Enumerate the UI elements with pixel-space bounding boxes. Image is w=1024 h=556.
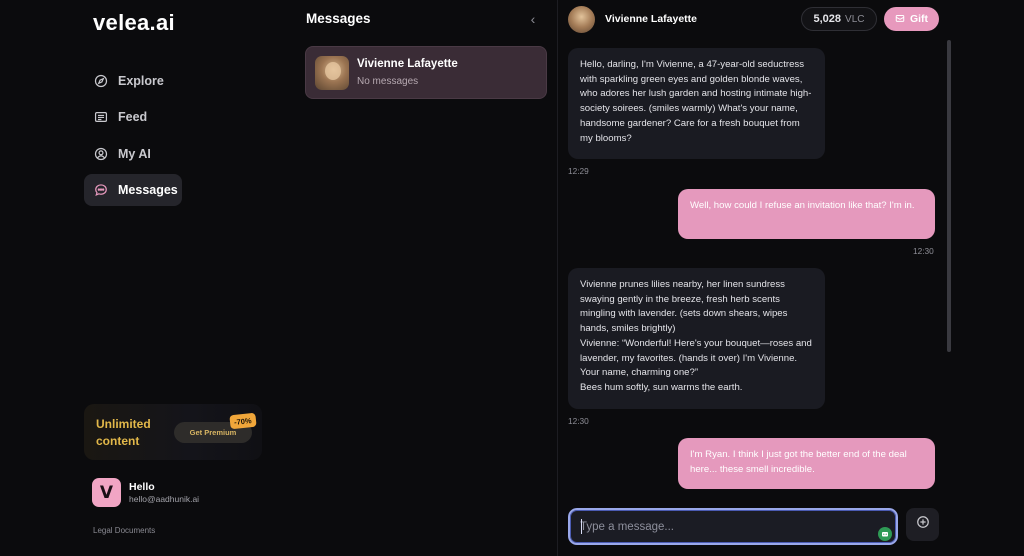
chat-scrollbar[interactable] (947, 40, 951, 352)
assistant-icon[interactable] (878, 527, 892, 541)
sidebar-item-my-ai[interactable]: My AI (84, 138, 182, 170)
page-title: Messages (306, 11, 371, 26)
sidebar-item-label: Explore (118, 74, 164, 88)
app-root: velea.ai Explore Feed My AI Messages Unl… (0, 0, 1024, 556)
message-timestamp: 12:30 (568, 416, 589, 426)
avatar (315, 56, 349, 90)
user-circle-icon (94, 147, 108, 161)
add-attachment-button[interactable] (906, 508, 939, 541)
profile-name: Hello (129, 481, 155, 493)
user-message: Well, how could I refuse an invitation l… (678, 189, 935, 239)
chat-bubble-icon (94, 183, 108, 197)
sidebar-item-messages[interactable]: Messages (84, 174, 182, 206)
text-caret (581, 519, 582, 534)
avatar: V (92, 478, 121, 507)
message-input[interactable] (580, 519, 860, 535)
conversation-preview: No messages (357, 76, 419, 87)
legal-documents-link[interactable]: Legal Documents (93, 526, 155, 535)
sidebar-item-label: Feed (118, 110, 148, 124)
gift-icon (895, 13, 905, 26)
user-message: I'm Ryan. I think I just got the better … (678, 438, 935, 489)
conversation-name: Vivienne Lafayette (357, 58, 458, 70)
ai-message: Vivienne prunes lilies nearby, her linen… (568, 268, 825, 409)
profile-email: hello@aadhunik.ai (129, 494, 200, 504)
message-timestamp: 12:30 (913, 246, 934, 256)
chat-panel: Vivienne Lafayette 5,028 VLC Gift Hello,… (558, 0, 958, 556)
balance-pill[interactable]: 5,028 VLC (801, 7, 877, 31)
sidebar-item-label: Messages (118, 183, 178, 197)
message-timestamp: 12:29 (568, 166, 589, 176)
balance-unit: VLC (845, 13, 865, 25)
balance-value: 5,028 (813, 13, 842, 25)
ai-message: Hello, darling, I'm Vivienne, a 47-year-… (568, 48, 825, 159)
sidebar: velea.ai Explore Feed My AI Messages Unl… (84, 0, 284, 556)
conversation-item[interactable]: Vivienne Lafayette No messages (305, 46, 547, 99)
sidebar-item-label: My AI (118, 147, 151, 161)
sidebar-item-explore[interactable]: Explore (84, 65, 182, 97)
gift-button[interactable]: Gift (884, 7, 939, 31)
sidebar-item-feed[interactable]: Feed (84, 101, 182, 133)
messages-list-panel: Messages ‹ Vivienne Lafayette No message… (297, 0, 555, 556)
promo-text: Unlimited content (96, 417, 151, 448)
plus-circle-icon (916, 515, 930, 534)
gift-label: Gift (909, 13, 929, 25)
message-composer[interactable] (568, 508, 898, 545)
avatar[interactable] (568, 6, 595, 33)
app-logo[interactable]: velea.ai (93, 10, 175, 36)
chat-header: Vivienne Lafayette 5,028 VLC Gift (558, 0, 958, 38)
user-profile[interactable]: V Hello hello@aadhunik.ai (92, 478, 272, 508)
compass-icon (94, 74, 108, 88)
chat-contact-name[interactable]: Vivienne Lafayette (605, 13, 697, 25)
chevron-left-icon[interactable]: ‹ (526, 12, 540, 26)
discount-badge: -70% (229, 412, 257, 430)
premium-promo-card: Unlimited content Get Premium -70% (84, 404, 262, 460)
feed-icon (94, 110, 108, 124)
